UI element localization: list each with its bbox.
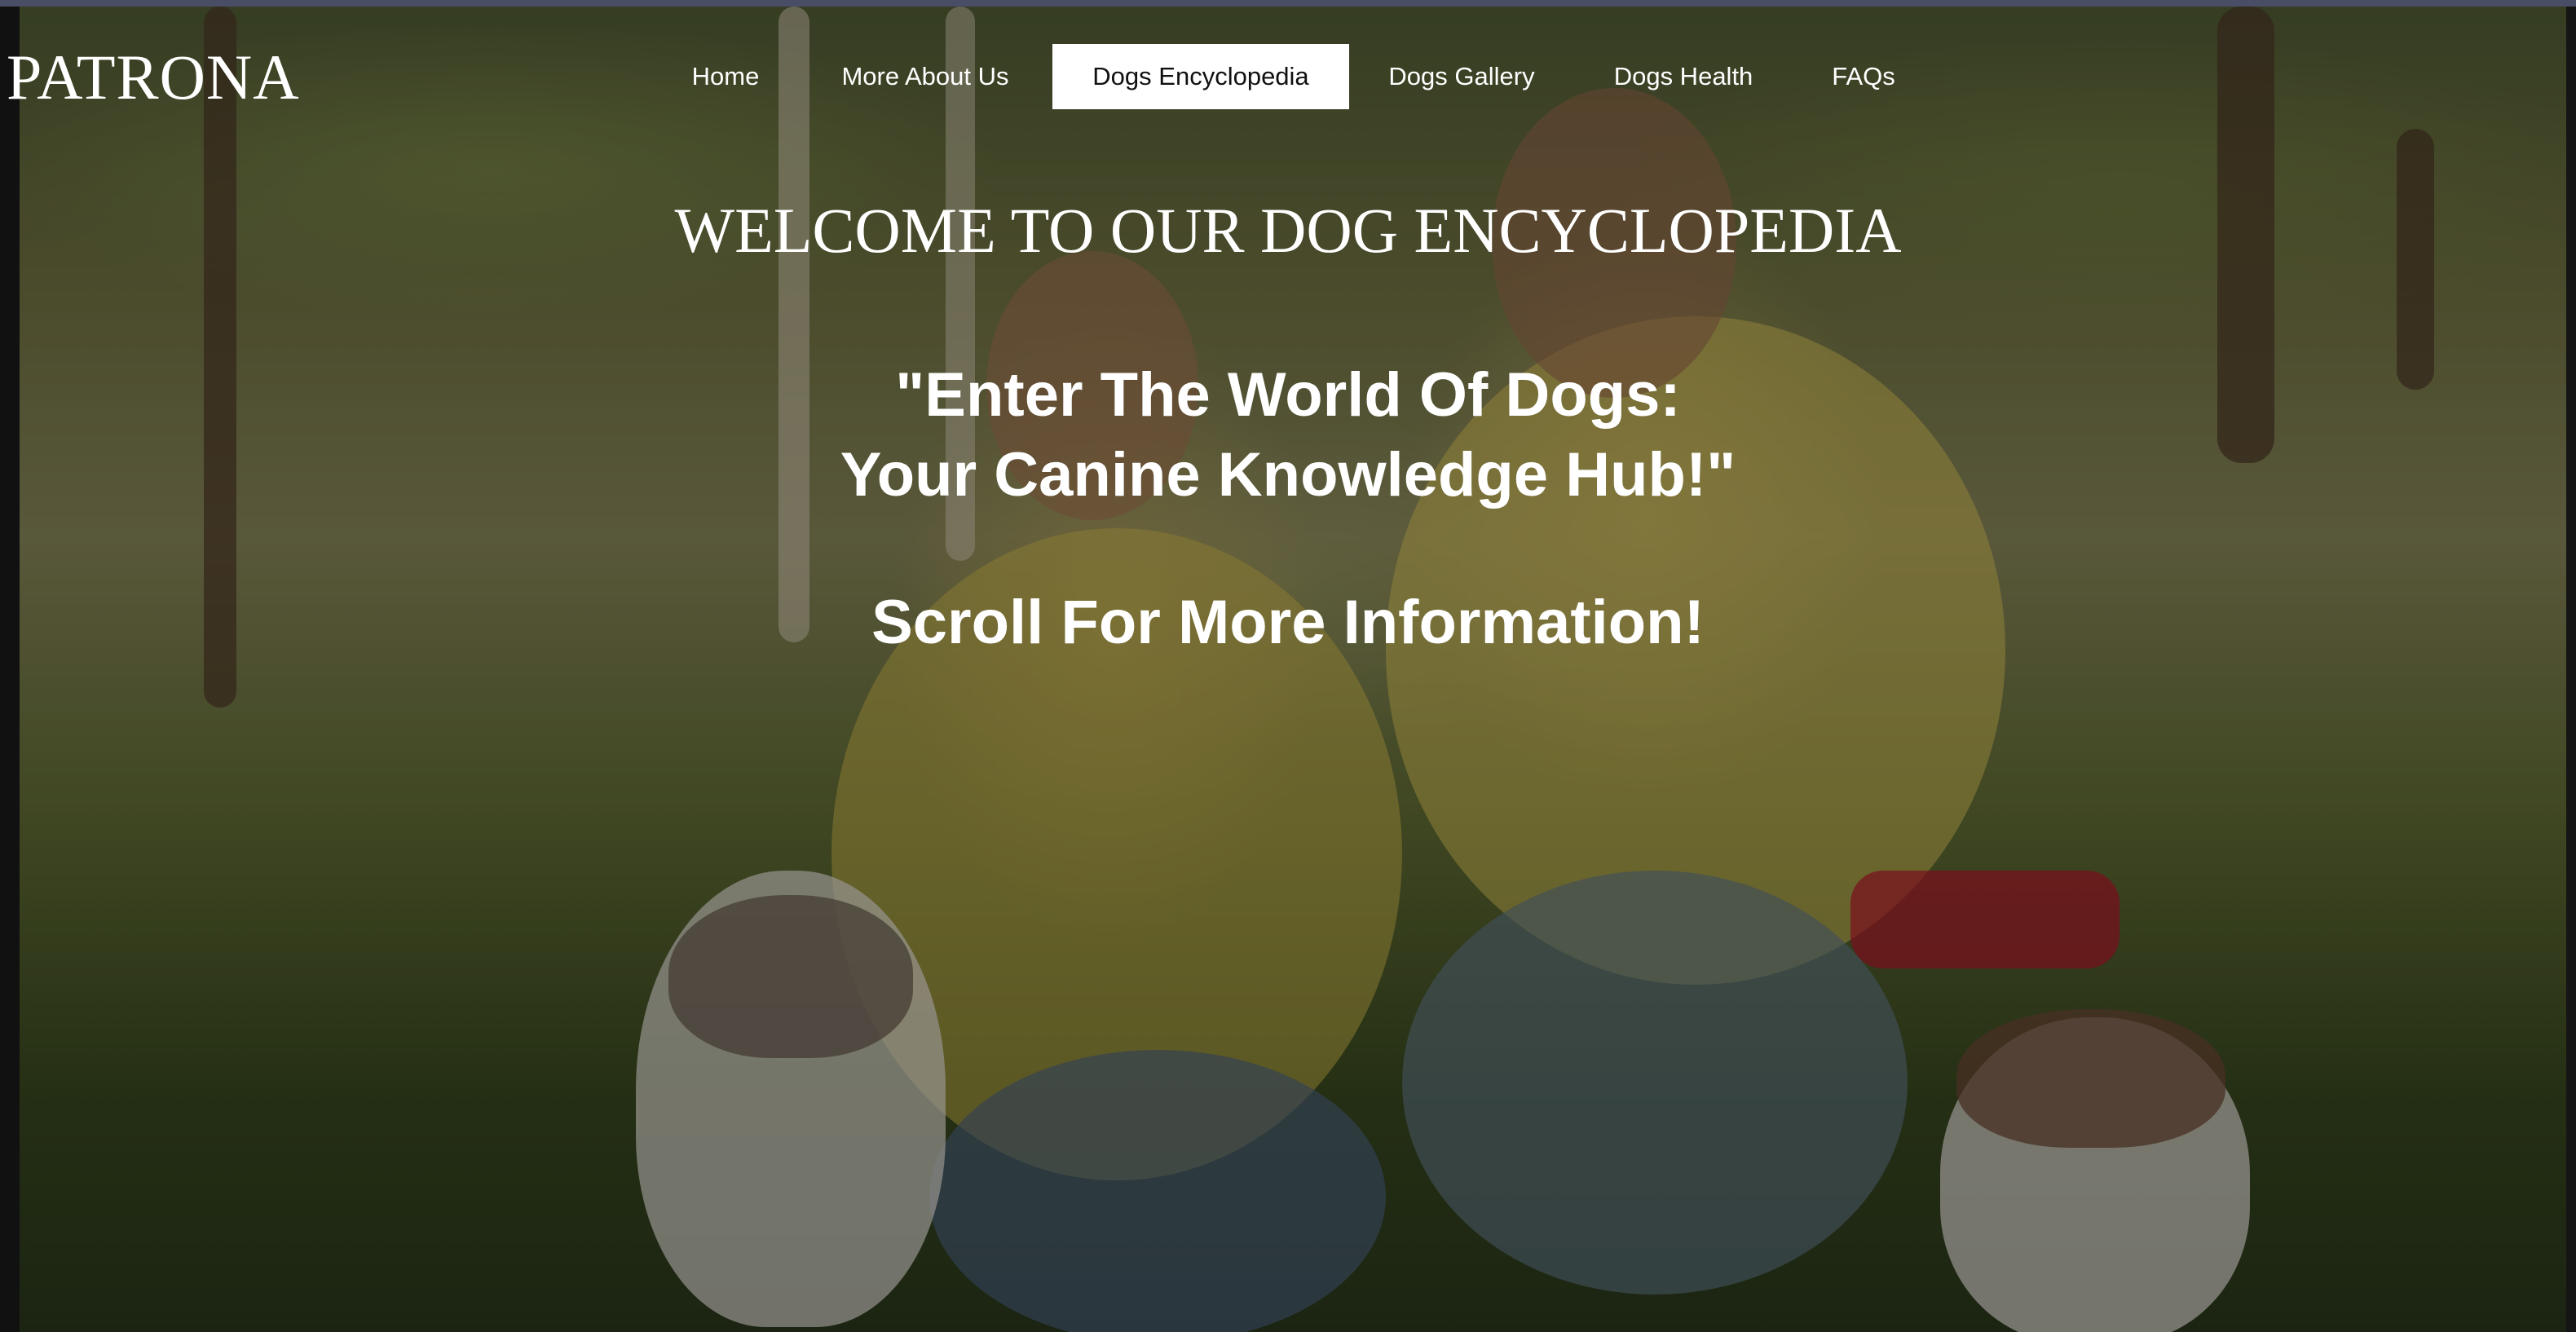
person-woman-jeans	[929, 1050, 1386, 1332]
hero-quote-line-2: Your Canine Knowledge Hub!"	[840, 440, 1736, 509]
husky-dog-left-head-marking	[668, 895, 913, 1058]
nav-item-more-about-us[interactable]: More About Us	[815, 44, 1035, 109]
red-leash	[1850, 871, 2119, 968]
nav-item-faqs[interactable]: FAQs	[1815, 44, 1912, 109]
husky-dog-left	[636, 871, 946, 1327]
page-headline: WELCOME TO OUR DOG ENCYCLOPEDIA	[674, 195, 1902, 266]
hero-quote: "Enter The World Of Dogs: Your Canine Kn…	[0, 355, 2576, 515]
main-nav: Home More About Us Dogs Encyclopedia Dog…	[0, 44, 2576, 109]
nav-item-dogs-encyclopedia[interactable]: Dogs Encyclopedia	[1052, 44, 1349, 109]
husky-dog-right	[1940, 1017, 2250, 1332]
person-man-jeans	[1402, 871, 1908, 1295]
nav-item-dogs-health[interactable]: Dogs Health	[1598, 44, 1769, 109]
husky-dog-right-head-marking	[1956, 1009, 2225, 1148]
top-border	[0, 0, 2576, 7]
nav-item-dogs-gallery[interactable]: Dogs Gallery	[1370, 44, 1554, 109]
scroll-prompt: Scroll For More Information!	[871, 588, 1705, 657]
nav-item-home[interactable]: Home	[668, 44, 783, 109]
hero-quote-line-1: "Enter The World Of Dogs:	[895, 360, 1681, 430]
